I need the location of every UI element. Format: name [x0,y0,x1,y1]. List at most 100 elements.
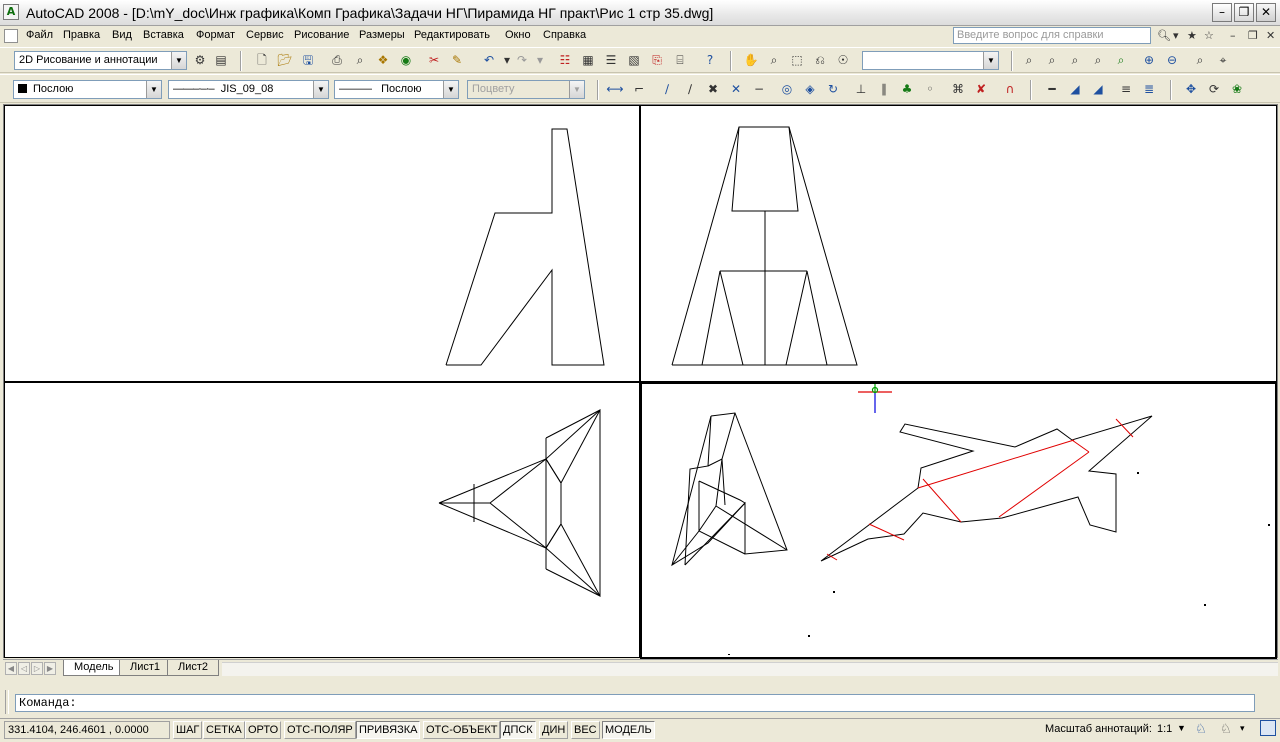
save-icon[interactable]: 🖫︎ [298,52,318,70]
ducs-toggle[interactable]: ДПСК [500,721,536,739]
linetype-select[interactable]: ——–·–·– JIS_09_08 ▼ [168,80,329,99]
polar-toggle[interactable]: ОТС-ПОЛЯР [284,721,356,739]
menu-file[interactable]: Файл [26,29,53,41]
menu-view[interactable]: Вид [112,29,132,41]
doc-minimize-icon[interactable]: – [1230,29,1236,42]
named-views-icon[interactable]: ☉ [833,52,853,70]
command-line-input[interactable]: Команда: [15,694,1255,712]
workspace-save-icon[interactable]: ▤ [211,52,231,70]
drawing-area[interactable] [3,104,1278,659]
cursor-coordinates[interactable]: 331.4104, 246.4601 , 0.0000 [4,721,170,739]
dim-linear-icon[interactable]: ━ [1042,81,1062,99]
model-toggle[interactable]: МОДЕЛЬ [602,721,655,739]
pan-realtime-icon[interactable]: ✋ [741,52,761,70]
viewport-top-left[interactable] [4,105,640,382]
help-search-input[interactable]: Введите вопрос для справки [953,27,1151,44]
zoom-in-icon[interactable]: ⊕ [1139,52,1159,70]
viewport-top-right[interactable] [640,105,1277,382]
status-menu-icon[interactable]: ▾ [1240,723,1245,734]
menu-draw[interactable]: Рисование [294,29,349,41]
polyline-icon[interactable]: ✖ [703,81,723,99]
design-center-icon[interactable]: ▦ [578,52,598,70]
make-block-icon[interactable]: ♣ [897,81,917,99]
first-tab-icon[interactable]: ◀ [5,662,17,675]
circle-icon[interactable]: ◎ [777,81,797,99]
dyn-toggle[interactable]: ДИН [539,721,569,739]
match-properties-icon[interactable]: ✎ [447,52,467,70]
tab-layout2[interactable]: Лист2 [167,660,220,676]
plot-preview-icon[interactable]: ⌕ [350,52,370,70]
rotate-icon[interactable]: ⟳ [1204,81,1224,99]
document-icon[interactable] [4,29,18,43]
id-point-icon[interactable]: ⌐ [629,81,649,99]
zoom-extents-icon[interactable]: ⌖ [1213,52,1233,70]
lwt-toggle[interactable]: ВЕС [571,721,600,739]
ortho-toggle[interactable]: ОРТО [245,721,282,739]
trim-icon[interactable]: ⌘ [948,81,968,99]
prev-tab-icon[interactable]: ◁ [18,662,30,675]
osnap-magnet-icon[interactable]: ∩ [1000,81,1020,99]
help-icon[interactable]: ? [700,52,720,70]
polygon-icon[interactable]: ✕ [726,81,746,99]
zoom-previous-icon[interactable]: ⎌ [810,52,830,70]
sheet-set-icon[interactable]: ▧ [624,52,644,70]
dim-style-icon[interactable]: ◢ [1088,81,1108,99]
annotation-scale-select[interactable]: 1:1 [1157,723,1172,735]
publish-icon[interactable]: ❖ [373,52,393,70]
menu-edit[interactable]: Правка [63,29,100,41]
snap-toggle[interactable]: ШАГ [173,721,203,739]
view-select[interactable]: ▼ [862,51,999,70]
3d-dwf-icon[interactable]: ◉ [396,52,416,70]
communication-center-icon[interactable]: ★ [1187,29,1197,42]
dim-aligned-icon[interactable]: ◢ [1065,81,1085,99]
menu-insert[interactable]: Вставка [143,29,184,41]
annotation-visibility-icon[interactable]: ♘ [1195,721,1207,737]
tab-model[interactable]: Модель [63,660,125,676]
zoom-out-icon[interactable]: ⊖ [1162,52,1182,70]
plot-icon[interactable]: ⎙ [327,52,347,70]
zoom-dynamic-icon[interactable]: ⌕ [1042,52,1062,70]
grid-toggle[interactable]: СЕТКА [203,721,245,739]
zoom-window-icon[interactable]: ⬚ [787,52,807,70]
cut-icon[interactable]: ✂ [424,52,444,70]
menu-window[interactable]: Окно [505,29,531,41]
redo-icon[interactable]: ↷ [512,52,532,70]
clean-screen-icon[interactable] [1260,720,1276,736]
menu-tools[interactable]: Сервис [246,29,284,41]
next-tab-icon[interactable]: ▷ [31,662,43,675]
multileader-icon[interactable]: ≡ [1116,81,1136,99]
workspace-settings-icon[interactable]: ⚙ [190,52,210,70]
table-icon[interactable]: ≣ [1139,81,1159,99]
horizontal-scrollbar[interactable] [222,662,1278,676]
ellipse-icon[interactable]: ◈ [800,81,820,99]
viewport-bottom-right-active[interactable] [640,382,1277,659]
extend-icon[interactable]: ✘ [971,81,991,99]
favorites-icon[interactable]: ☆ [1204,29,1214,42]
chevron-down-icon[interactable]: ▼ [1177,723,1186,733]
last-tab-icon[interactable]: ▶ [44,662,56,675]
zoom-window-icon[interactable]: ⌕ [1019,52,1039,70]
doc-restore-icon[interactable]: ❐ [1248,29,1258,42]
rectangle-icon[interactable]: − [749,81,769,99]
menu-modify[interactable]: Редактировать [414,29,490,41]
color-select[interactable]: Послою ▼ [13,80,162,99]
minimize-icon[interactable]: – [1212,3,1232,22]
construction-line-icon[interactable]: ∕ [680,81,700,99]
close-icon[interactable]: ✕ [1256,3,1276,22]
menu-dimension[interactable]: Размеры [359,29,405,41]
hatch-icon[interactable]: ∥ [874,81,894,99]
command-grip-icon[interactable] [5,690,9,714]
menu-format[interactable]: Формат [196,29,235,41]
zoom-all-icon[interactable]: ⌕ [1190,52,1210,70]
viewport-bottom-left[interactable] [4,382,640,658]
osnap-toggle[interactable]: ПРИВЯЗКА [356,721,421,739]
menu-help[interactable]: Справка [543,29,586,41]
new-file-icon[interactable]: 🗋︎ [252,52,272,70]
help-search-icon[interactable]: 🔍︎ [1157,29,1171,42]
zoom-object-icon[interactable]: ⌕ [1111,52,1131,70]
undo-icon[interactable]: ↶ [479,52,499,70]
quickcalc-icon[interactable]: ⌸ [670,52,690,70]
zoom-center-icon[interactable]: ⌕ [1088,52,1108,70]
redo-dropdown-icon[interactable]: ▾ [530,52,550,70]
autocad-app-icon[interactable]: A [3,4,19,20]
